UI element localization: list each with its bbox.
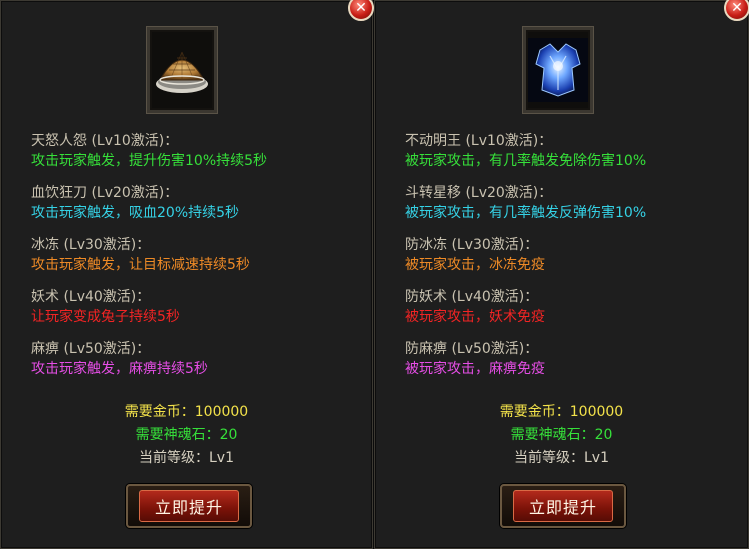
skill-name: 防冰冻 (Lv30激活)： <box>405 237 539 253</box>
skill-desc: 攻击玩家触发，麻痹持续5秒 <box>31 361 208 377</box>
skill-desc: 被玩家攻击，有几率触发免除伤害10% <box>405 153 647 169</box>
skill-desc: 让玩家变成兔子持续5秒 <box>31 309 180 325</box>
close-icon[interactable]: ✕ <box>724 0 749 21</box>
skill-entry: 不动明王 (Lv10激活)： 被玩家攻击，有几率触发免除伤害10% <box>405 131 738 183</box>
skill-entry: 冰冻 (Lv30激活)： 攻击玩家触发，让目标减速持续5秒 <box>31 235 362 287</box>
skill-name: 妖术 (Lv40激活)： <box>31 289 151 305</box>
item-slot[interactable] <box>523 27 593 113</box>
skill-desc: 攻击玩家触发，吸血20%持续5秒 <box>31 205 240 221</box>
gold-cost: 需要金币：100000 <box>499 404 624 420</box>
skill-name: 天怒人怨 (Lv10激活)： <box>31 133 179 149</box>
current-level: 当前等级：Lv1 <box>514 450 609 466</box>
skill-name: 防妖术 (Lv40激活)： <box>405 289 539 305</box>
upgrade-button[interactable]: 立即提升 <box>126 484 252 528</box>
item-slot[interactable] <box>147 27 217 113</box>
skill-name: 血饮狂刀 (Lv20激活)： <box>31 185 179 201</box>
skill-name: 斗转星移 (Lv20激活)： <box>405 185 553 201</box>
skill-desc: 被玩家攻击，麻痹免疫 <box>405 361 545 377</box>
skill-name: 冰冻 (Lv30激活)： <box>31 237 151 253</box>
skill-desc: 被玩家攻击，妖术免疫 <box>405 309 545 325</box>
skill-entry: 防麻痹 (Lv50激活)： 被玩家攻击，麻痹免疫 <box>405 339 738 391</box>
current-level: 当前等级：Lv1 <box>139 450 234 466</box>
upgrade-button[interactable]: 立即提升 <box>500 484 626 528</box>
blue-armor-icon <box>528 38 588 102</box>
skill-entry: 血饮狂刀 (Lv20激活)： 攻击玩家触发，吸血20%持续5秒 <box>31 183 362 235</box>
skill-desc: 被玩家攻击，有几率触发反弹伤害10% <box>405 205 647 221</box>
skill-entry: 天怒人怨 (Lv10激活)： 攻击玩家触发，提升伤害10%持续5秒 <box>31 131 362 183</box>
left-upgrade-panel: ✕ 天怒人怨 (Lv10激活)： 攻击玩家触发，提升伤害10%持续5秒 血饮狂刀 <box>0 0 374 549</box>
skill-name: 防麻痹 (Lv50激活)： <box>405 341 539 357</box>
skill-entry: 斗转星移 (Lv20激活)： 被玩家攻击，有几率触发反弹伤害10% <box>405 183 738 235</box>
skill-name: 麻痹 (Lv50激活)： <box>31 341 151 357</box>
skill-desc: 被玩家攻击，冰冻免疫 <box>405 257 545 273</box>
gold-cost: 需要金币：100000 <box>124 404 249 420</box>
close-icon[interactable]: ✕ <box>348 0 374 21</box>
skill-name: 不动明王 (Lv10激活)： <box>405 133 553 149</box>
skill-desc: 攻击玩家触发，让目标减速持续5秒 <box>31 257 250 273</box>
skill-entry: 麻痹 (Lv50激活)： 攻击玩家触发，麻痹持续5秒 <box>31 339 362 391</box>
right-upgrade-panel: ✕ 不动明王 (Lv10激活)： 被玩家攻击，有几率触发免除伤害10% 斗转星移… <box>374 0 749 549</box>
skill-desc: 攻击玩家触发，提升伤害10%持续5秒 <box>31 153 268 169</box>
skill-list: 天怒人怨 (Lv10激活)： 攻击玩家触发，提升伤害10%持续5秒 血饮狂刀 (… <box>31 131 362 391</box>
skill-entry: 妖术 (Lv40激活)： 让玩家变成兔子持续5秒 <box>31 287 362 339</box>
soul-stone-cost: 需要神魂石：20 <box>135 427 238 443</box>
skill-list: 不动明王 (Lv10激活)： 被玩家攻击，有几率触发免除伤害10% 斗转星移 (… <box>405 131 738 391</box>
soul-stone-cost: 需要神魂石：20 <box>510 427 613 443</box>
bamboo-hat-icon <box>156 51 208 93</box>
skill-entry: 防冰冻 (Lv30激活)： 被玩家攻击，冰冻免疫 <box>405 235 738 287</box>
skill-entry: 防妖术 (Lv40激活)： 被玩家攻击，妖术免疫 <box>405 287 738 339</box>
upgrade-button-label: 立即提升 <box>139 490 239 522</box>
upgrade-button-label: 立即提升 <box>513 490 613 522</box>
